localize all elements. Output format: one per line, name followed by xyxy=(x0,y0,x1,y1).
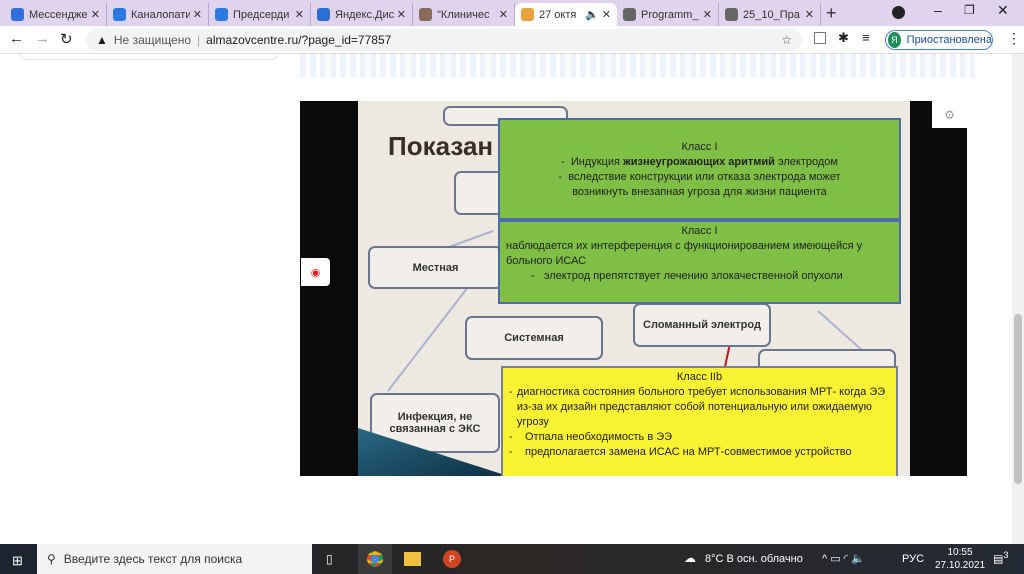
clock[interactable]: 10:55 27.10.2021 xyxy=(935,546,985,572)
box3-item: - предполагается замена ИСАС на МРТ-совме… xyxy=(509,446,852,458)
language-indicator[interactable]: РУС xyxy=(902,553,924,565)
content-strip xyxy=(300,54,975,78)
profile-button[interactable]: Я Приостановлена xyxy=(885,30,993,50)
weather-icon: ☁ xyxy=(684,551,696,565)
avatar-icon xyxy=(419,8,432,21)
box1-heading: Класс I xyxy=(681,141,718,153)
menu-icon[interactable]: ⋮ xyxy=(1007,30,1021,47)
taskbar-search[interactable]: ⚲ Введите здесь текст для поиска xyxy=(37,544,312,574)
chrome-taskbar-icon[interactable] xyxy=(358,544,392,574)
box3-item: - Отпала необходимость в ЭЭ xyxy=(509,431,673,443)
box1-line1: - Индукция жизнеугрожающих аритмий элект… xyxy=(561,156,838,168)
close-tab-icon[interactable]: ✕ xyxy=(193,8,202,21)
reload-button[interactable]: ↻ xyxy=(60,30,73,48)
messenger-icon xyxy=(11,8,24,21)
class-i-box-1: Класс I - Индукция жизнеугрожающих аритм… xyxy=(498,118,901,220)
scrollbar[interactable] xyxy=(1012,54,1024,544)
back-button[interactable]: ← xyxy=(9,30,24,47)
close-tab-icon[interactable]: ✕ xyxy=(805,8,814,21)
task-view-icon[interactable]: ▯ xyxy=(326,552,333,566)
profile-status: Приостановлена xyxy=(906,34,992,46)
box3-heading: Класс IIb xyxy=(676,371,723,383)
presentation-slide: Показан И Местная Системная Сломанный эл… xyxy=(358,101,910,476)
search-placeholder: Введите здесь текст для поиска xyxy=(63,552,243,566)
tab-title: Каналопати xyxy=(131,8,190,21)
tab[interactable]: Мессенджер ✕ xyxy=(5,3,107,26)
node-systemic: Системная xyxy=(465,316,603,360)
tab[interactable]: 27 октя 🔈 ✕ xyxy=(515,3,617,26)
forward-button[interactable]: → xyxy=(35,30,50,47)
media-icon[interactable] xyxy=(814,32,826,44)
taskbar: ⊞ ⚲ Введите здесь текст для поиска ▯ P ☁… xyxy=(0,544,1024,574)
tab-title: "Клиничес xyxy=(437,8,490,21)
node-local: Местная xyxy=(368,246,503,289)
share-icon[interactable]: ⚙ xyxy=(932,101,967,128)
yandex-disk-icon xyxy=(317,8,330,21)
url-text[interactable]: almazovcentre.ru/?page_id=77857 xyxy=(206,33,391,47)
tab-title: Programm_ xyxy=(641,8,699,21)
address-bar[interactable]: ▲ Не защищено | almazovcentre.ru/?page_i… xyxy=(86,29,802,51)
profile-menu-icon[interactable] xyxy=(892,6,905,19)
globe-icon xyxy=(725,8,738,21)
warning-icon: ▲ xyxy=(96,33,108,47)
security-label: Не защищено xyxy=(113,33,192,47)
box3-item: - диагностика состояния больного требует … xyxy=(509,386,886,428)
search-icon: ⚲ xyxy=(47,552,56,566)
globe-icon xyxy=(623,8,636,21)
class-iib-box: Класс IIb - диагностика состояния больног… xyxy=(501,366,898,476)
tab-title: Предсерди xyxy=(233,8,290,21)
powerpoint-icon[interactable]: P xyxy=(443,550,461,568)
page-icon xyxy=(521,8,534,21)
tab-title: Яндекс.Дис xyxy=(335,8,394,21)
tab-title: Мессенджер xyxy=(29,8,88,21)
box2-heading: Класс I xyxy=(681,225,718,237)
avatar: Я xyxy=(888,32,901,48)
close-tab-icon[interactable]: ✕ xyxy=(499,8,508,21)
new-tab-button[interactable]: + xyxy=(826,3,837,24)
tab[interactable]: Programm_ ✕ xyxy=(617,3,719,26)
box2-line2: - электрод препятствует лечению злокачес… xyxy=(531,270,843,282)
tab[interactable]: Предсерди ✕ xyxy=(209,3,311,26)
notifications-icon[interactable]: ▤3 xyxy=(993,550,1009,566)
box1-line2: - вследствие конструкции или отказа элек… xyxy=(558,171,841,198)
extensions-icon[interactable]: ✱ xyxy=(838,30,849,46)
tab-title: 27 октя xyxy=(539,8,577,21)
class-i-box-2: Класс I наблюдается их интерференция с ф… xyxy=(498,220,901,304)
windows-start-icon[interactable]: ⊞ xyxy=(12,553,23,569)
close-tab-icon[interactable]: ✕ xyxy=(91,8,100,21)
close-tab-icon[interactable]: ✕ xyxy=(295,8,304,21)
reading-list-icon[interactable]: ≡ xyxy=(862,30,870,45)
vk-icon xyxy=(215,8,228,21)
tab[interactable]: Яндекс.Дис ✕ xyxy=(311,3,413,26)
node-broken-electrode: Сломанный электрод xyxy=(633,303,771,347)
separator: | xyxy=(197,33,201,47)
tab-title: 25_10_Пра xyxy=(743,8,800,21)
minimize-button[interactable]: – xyxy=(934,2,942,18)
weather-text[interactable]: 8°C В осн. облачно xyxy=(705,553,803,565)
tab[interactable]: "Клиничес ✕ xyxy=(413,3,515,26)
record-icon[interactable]: ◉ xyxy=(301,258,330,286)
close-tab-icon[interactable]: ✕ xyxy=(602,8,611,21)
tab[interactable]: Каналопати ✕ xyxy=(107,3,209,26)
vk-icon xyxy=(113,8,126,21)
close-window-button[interactable]: ✕ xyxy=(997,2,1009,19)
sidebar-card xyxy=(20,54,278,60)
file-explorer-icon[interactable] xyxy=(404,552,421,566)
audio-icon[interactable]: 🔈 xyxy=(585,8,599,21)
bookmark-star-icon[interactable]: ☆ xyxy=(781,33,792,47)
tray-icons[interactable]: ^ ▭ ◜ 🔈 xyxy=(822,552,865,565)
maximize-button[interactable]: ❐ xyxy=(964,3,975,17)
tab[interactable]: 25_10_Пра ✕ xyxy=(719,3,821,26)
close-tab-icon[interactable]: ✕ xyxy=(397,8,406,21)
close-tab-icon[interactable]: ✕ xyxy=(703,8,712,21)
box2-line1: наблюдается их интерференция с функциони… xyxy=(506,240,863,267)
